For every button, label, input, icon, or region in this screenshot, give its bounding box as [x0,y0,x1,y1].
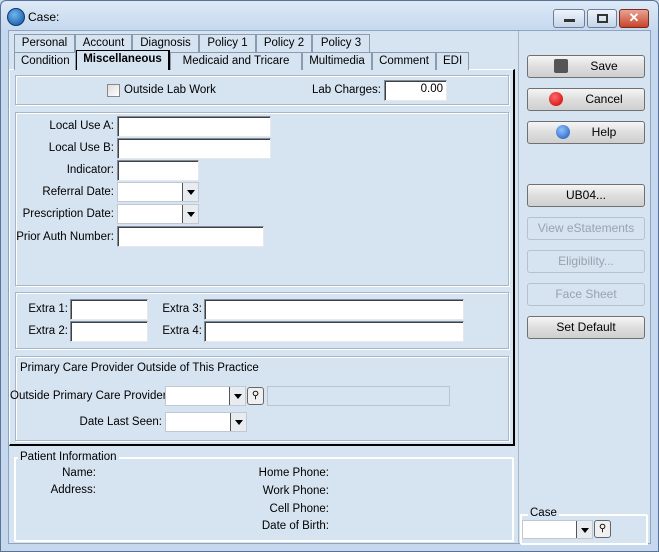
extra-2-input[interactable] [70,321,148,342]
extra-2-label: Extra 2: [28,325,68,337]
divider [518,31,519,543]
maximize-button[interactable] [587,9,617,28]
save-button-label: Save [590,59,618,73]
extra-3-label: Extra 3: [162,303,202,315]
close-button[interactable]: ✕ [619,9,649,28]
pcp-name-display [267,386,450,406]
outside-pcp-combo[interactable] [165,386,246,406]
chevron-down-icon[interactable] [229,387,245,405]
ub04-button[interactable]: UB04... [527,184,645,207]
tab-comment[interactable]: Comment [372,52,436,70]
help-button-label: Help [591,125,617,139]
outside-pcp-label: Outside Primary Care Provider: [10,390,170,402]
chevron-down-icon[interactable] [182,183,198,201]
pcp-heading: Primary Care Provider Outside of This Pr… [20,362,259,374]
tab-policy-3[interactable]: Policy 3 [312,34,370,52]
date-last-seen-label: Date Last Seen: [79,416,162,428]
local-use-b-label: Local Use B: [48,142,114,154]
extra-1-input[interactable] [70,299,148,320]
outside-lab-work-checkbox[interactable] [107,84,120,97]
tab-medicaid-tricare[interactable]: Medicaid and Tricare [170,52,302,70]
referral-date-label: Referral Date: [42,186,114,198]
tab-miscellaneous[interactable]: Miscellaneous [76,50,170,70]
cancel-button[interactable]: Cancel [527,88,645,111]
outside-lab-work-label: Outside Lab Work [124,84,216,96]
save-button[interactable]: Save [527,55,645,78]
eligibility-button[interactable]: Eligibility... [527,250,645,273]
lab-charges-input[interactable]: 0.00 [384,80,447,101]
extra-1-label: Extra 1: [28,303,68,315]
minimize-button[interactable] [553,9,585,28]
app-logo-icon [7,8,25,26]
extra-3-input[interactable] [204,299,464,320]
indicator-label: Indicator: [66,164,114,176]
tab-policy-1[interactable]: Policy 1 [199,34,256,52]
chevron-down-icon[interactable] [230,413,246,431]
dob-label: Date of Birth: [261,520,329,532]
referral-date-combo[interactable] [117,182,199,202]
tab-multimedia[interactable]: Multimedia [302,52,372,70]
prior-auth-input[interactable] [117,226,264,247]
home-phone-label: Home Phone: [258,467,329,479]
search-icon: ⚲ [598,523,607,534]
work-phone-label: Work Phone: [262,485,329,497]
floppy-icon [554,59,569,73]
patient-address-label: Address: [50,484,96,496]
lab-charges-label: Lab Charges: [311,84,381,96]
tab-condition[interactable]: Condition [14,52,76,70]
case-combo[interactable] [522,520,593,539]
search-icon: ⚲ [251,390,260,401]
tab-policy-2[interactable]: Policy 2 [256,34,312,52]
extra-4-label: Extra 4: [162,325,202,337]
window-title: Case: [28,10,60,24]
cancel-button-label: Cancel [585,92,623,106]
case-search-button[interactable]: ⚲ [594,520,611,538]
patient-name-label: Name: [62,467,96,479]
help-button[interactable]: Help [527,121,645,144]
pcp-search-button[interactable]: ⚲ [247,387,264,405]
tab-personal[interactable]: Personal [14,34,75,52]
indicator-input[interactable] [117,160,199,181]
local-use-a-input[interactable] [117,116,271,137]
date-last-seen-combo[interactable] [165,412,247,432]
extra-4-input[interactable] [204,321,464,342]
tab-edi[interactable]: EDI [436,52,469,70]
help-icon [555,125,570,139]
prescription-date-label: Prescription Date: [22,208,114,220]
chevron-down-icon[interactable] [182,205,198,223]
face-sheet-button[interactable]: Face Sheet [527,283,645,306]
local-use-b-input[interactable] [117,138,271,159]
chevron-down-icon[interactable] [576,521,592,538]
patient-info-heading: Patient Information [18,451,119,463]
cancel-icon [549,92,564,106]
prescription-date-combo[interactable] [117,204,199,224]
prior-auth-label: Prior Auth Number: [16,231,114,243]
view-estatements-button[interactable]: View eStatements [527,217,645,240]
cell-phone-label: Cell Phone: [269,503,329,515]
set-default-button[interactable]: Set Default [527,316,645,339]
case-group-label: Case [528,507,559,519]
local-use-a-label: Local Use A: [49,120,114,132]
